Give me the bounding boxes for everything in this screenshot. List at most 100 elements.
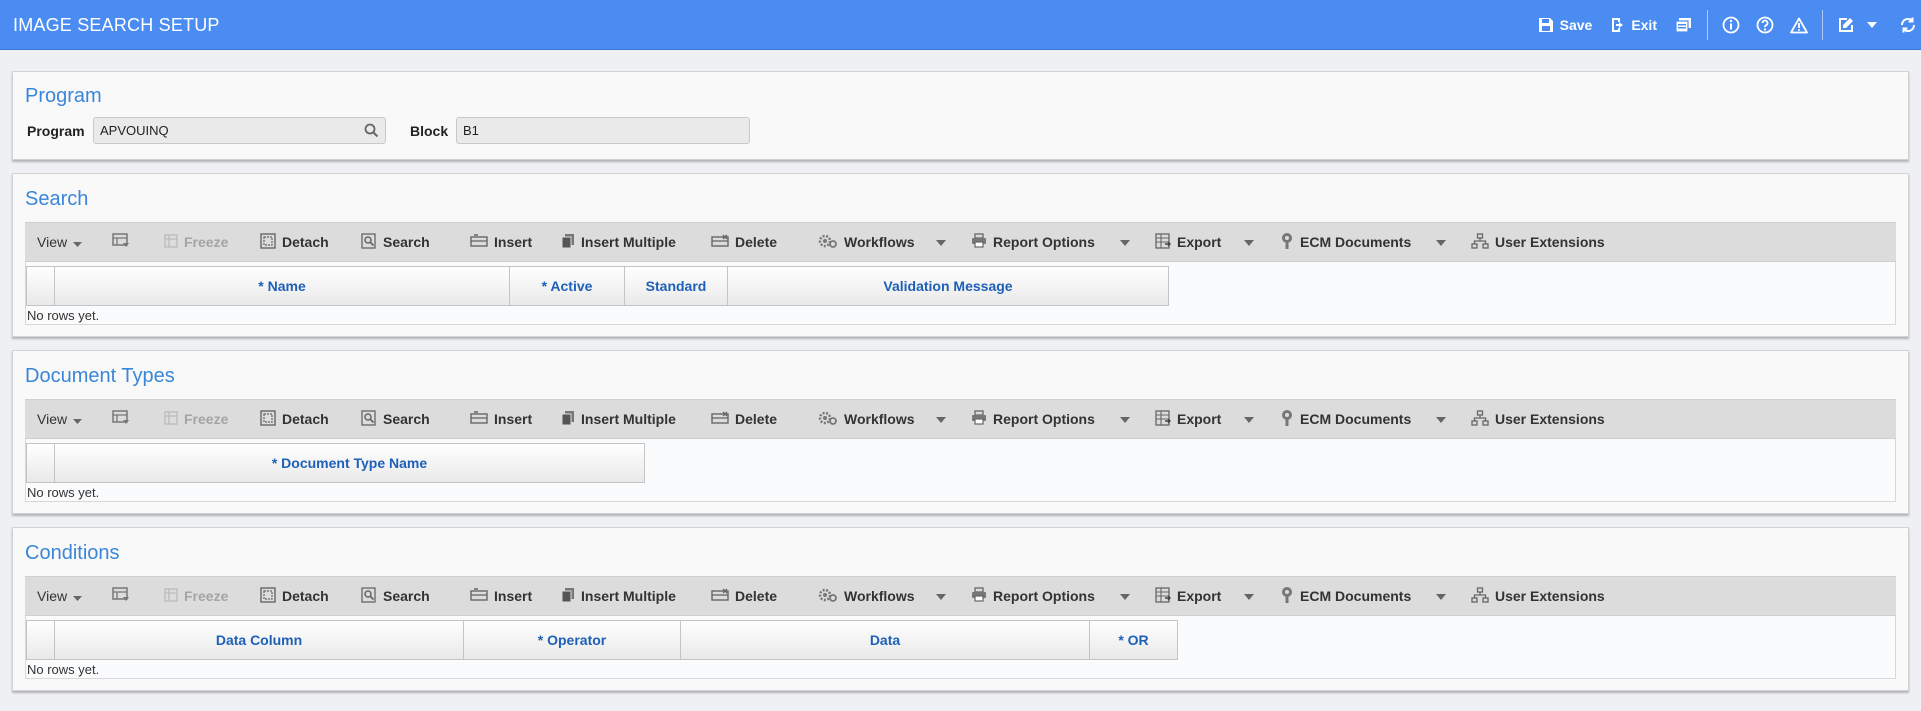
column-header-data-column[interactable]: Data Column — [55, 620, 464, 660]
row-selector-header[interactable] — [26, 266, 55, 306]
column-header-name[interactable]: * Name — [55, 266, 510, 306]
exit-button[interactable]: Exit — [1610, 0, 1675, 50]
user-extensions-button[interactable]: User Extensions — [1471, 577, 1605, 615]
view-menu[interactable]: View — [37, 577, 88, 615]
ecm-documents-dropdown[interactable] — [1436, 223, 1446, 261]
save-button[interactable]: Save — [1538, 0, 1611, 50]
ecm-documents-dropdown[interactable] — [1436, 577, 1446, 615]
delete-button[interactable]: Delete — [711, 577, 777, 615]
column-settings-button[interactable] — [112, 577, 136, 615]
report-options-dropdown[interactable] — [1120, 400, 1130, 438]
report-options-label: Report Options — [993, 588, 1095, 604]
user-extensions-button[interactable]: User Extensions — [1471, 223, 1605, 261]
document-types-panel: Document Types View Freeze Detach Search… — [12, 350, 1909, 514]
export-button[interactable]: Export — [1155, 223, 1221, 261]
row-selector-header[interactable] — [26, 620, 55, 660]
info-button[interactable] — [1708, 0, 1748, 50]
export-button[interactable]: Export — [1155, 577, 1221, 615]
search-button[interactable]: Search — [361, 223, 430, 261]
help-button[interactable] — [1748, 0, 1782, 50]
block-input[interactable]: B1 — [456, 117, 750, 144]
chevron-down-icon — [73, 588, 88, 604]
refresh-button[interactable] — [1893, 0, 1921, 50]
workflows-dropdown[interactable] — [936, 223, 946, 261]
report-options-button[interactable]: Report Options — [971, 223, 1095, 261]
edit-button[interactable] — [1823, 0, 1863, 50]
export-dropdown[interactable] — [1244, 577, 1254, 615]
ecm-documents-dropdown[interactable] — [1436, 400, 1446, 438]
page-title: IMAGE SEARCH SETUP — [13, 15, 220, 35]
insert-multiple-button[interactable]: Insert Multiple — [561, 577, 676, 615]
search-icon[interactable] — [364, 123, 379, 141]
program-panel: Program Program APVOUINQ Block B1 — [12, 71, 1909, 160]
export-dropdown[interactable] — [1244, 223, 1254, 261]
insert-label: Insert — [494, 234, 533, 250]
report-options-dropdown[interactable] — [1120, 577, 1130, 615]
print-icon — [971, 587, 993, 605]
row-selector-header[interactable] — [26, 443, 55, 483]
export-button[interactable]: Export — [1155, 400, 1221, 438]
search-label: Search — [383, 234, 430, 250]
insert-button[interactable]: Insert — [470, 400, 532, 438]
column-header-document-type-name[interactable]: * Document Type Name — [55, 443, 645, 483]
print-icon — [971, 233, 993, 251]
workflows-dropdown[interactable] — [936, 577, 946, 615]
workflows-button[interactable]: Workflows — [818, 400, 915, 438]
insert-button[interactable]: Insert — [470, 223, 532, 261]
chevron-down-icon — [1120, 233, 1130, 251]
delete-button[interactable]: Delete — [711, 400, 777, 438]
report-options-dropdown[interactable] — [1120, 223, 1130, 261]
column-header-or[interactable]: * OR — [1090, 620, 1178, 660]
detach-button[interactable]: Detach — [260, 223, 329, 261]
column-header-data[interactable]: Data — [681, 620, 1090, 660]
column-header-standard[interactable]: Standard — [625, 266, 728, 306]
user-extensions-button[interactable]: User Extensions — [1471, 400, 1605, 438]
workflows-button[interactable]: Workflows — [818, 577, 915, 615]
report-options-button[interactable]: Report Options — [971, 400, 1095, 438]
grid-toolbar: View Freeze Detach Search Insert Insert … — [25, 222, 1896, 262]
column-header-active[interactable]: * Active — [510, 266, 625, 306]
chevron-down-icon — [73, 234, 88, 250]
view-label: View — [37, 411, 68, 427]
ecm-documents-button[interactable]: ECM Documents — [1280, 577, 1411, 615]
workflows-dropdown[interactable] — [936, 400, 946, 438]
detach-button[interactable]: Detach — [260, 577, 329, 615]
report-options-label: Report Options — [993, 411, 1095, 427]
search-button[interactable]: Search — [361, 400, 430, 438]
insert-multiple-button[interactable]: Insert Multiple — [561, 223, 676, 261]
chevron-down-icon — [1436, 587, 1446, 605]
view-menu[interactable]: View — [37, 223, 88, 261]
view-menu[interactable]: View — [37, 400, 88, 438]
edit-menu-dropdown[interactable] — [1863, 0, 1893, 50]
search-label: Search — [383, 588, 430, 604]
export-dropdown[interactable] — [1244, 400, 1254, 438]
column-settings-button[interactable] — [112, 400, 136, 438]
print-button[interactable] — [1675, 0, 1707, 50]
column-header-operator[interactable]: * Operator — [464, 620, 681, 660]
insert-multiple-label: Insert Multiple — [581, 234, 676, 250]
column-settings-button[interactable] — [112, 223, 136, 261]
chevron-down-icon — [936, 410, 946, 428]
ecm-documents-button[interactable]: ECM Documents — [1280, 223, 1411, 261]
program-input[interactable]: APVOUINQ — [93, 117, 386, 144]
sitemap-icon — [1471, 586, 1495, 606]
freeze-label: Freeze — [184, 234, 229, 250]
insert-button[interactable]: Insert — [470, 577, 532, 615]
conditions-panel: Conditions View Freeze Detach Search Ins… — [12, 527, 1909, 691]
ecm-documents-icon — [1280, 232, 1300, 253]
search-button[interactable]: Search — [361, 577, 430, 615]
delete-icon — [711, 588, 735, 605]
column-header-validation-message[interactable]: Validation Message — [728, 266, 1169, 306]
freeze-icon — [164, 410, 184, 428]
detach-button[interactable]: Detach — [260, 400, 329, 438]
delete-button[interactable]: Delete — [711, 223, 777, 261]
block-value: B1 — [463, 123, 479, 138]
report-options-button[interactable]: Report Options — [971, 577, 1095, 615]
chevron-down-icon — [73, 411, 88, 427]
delete-label: Delete — [735, 234, 778, 250]
empty-grid-message: No rows yet. — [27, 485, 100, 500]
ecm-documents-button[interactable]: ECM Documents — [1280, 400, 1411, 438]
warning-button[interactable] — [1782, 0, 1822, 50]
workflows-button[interactable]: Workflows — [818, 223, 915, 261]
insert-multiple-button[interactable]: Insert Multiple — [561, 400, 676, 438]
